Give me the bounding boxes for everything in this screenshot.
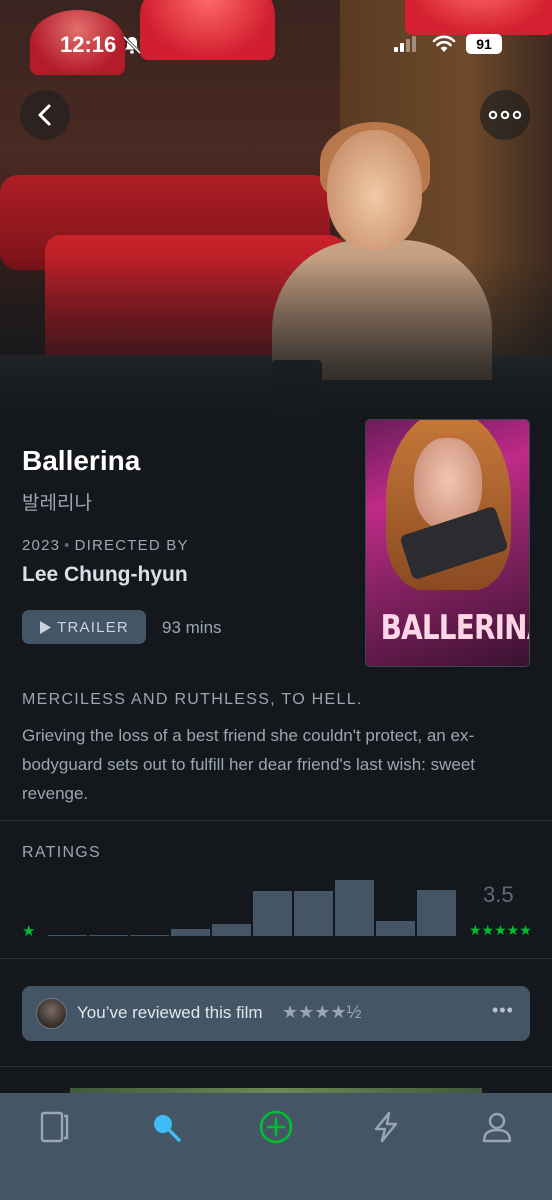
divider bbox=[0, 1066, 552, 1067]
status-bar: 12:16 91 bbox=[0, 32, 552, 60]
back-button[interactable] bbox=[20, 90, 70, 140]
play-icon bbox=[40, 620, 52, 634]
profile-icon bbox=[482, 1112, 512, 1143]
histogram-bar[interactable] bbox=[417, 890, 456, 936]
divider bbox=[0, 958, 552, 959]
tab-bar bbox=[0, 1093, 552, 1200]
films-icon bbox=[40, 1111, 69, 1143]
battery-icon: 91 bbox=[466, 34, 502, 54]
poster-title: BALLERINA bbox=[380, 608, 529, 648]
cellular-signal-icon bbox=[394, 36, 416, 52]
histogram-bar[interactable] bbox=[48, 935, 87, 936]
film-poster[interactable]: BALLERINA bbox=[365, 419, 530, 667]
trailer-button[interactable]: TRAILER bbox=[22, 610, 146, 644]
histogram-bar[interactable] bbox=[376, 921, 415, 936]
synopsis[interactable]: Grieving the loss of a best friend she c… bbox=[22, 721, 537, 808]
ratings-histogram[interactable] bbox=[48, 870, 456, 936]
runtime: 93 mins bbox=[162, 618, 222, 637]
histogram-bar[interactable] bbox=[89, 935, 128, 936]
review-status-text: You’ve reviewed this film bbox=[77, 1003, 263, 1022]
divider bbox=[0, 820, 552, 821]
release-year[interactable]: 2023 bbox=[22, 537, 60, 554]
director-link[interactable]: Lee Chung-hyun bbox=[22, 563, 188, 587]
silent-bell-icon bbox=[122, 35, 142, 55]
add-icon bbox=[259, 1110, 293, 1144]
tab-activity[interactable] bbox=[366, 1107, 406, 1147]
histogram-bar[interactable] bbox=[294, 891, 333, 936]
average-rating: 3.5 bbox=[483, 882, 514, 907]
search-icon bbox=[154, 1115, 181, 1142]
status-time: 12:16 bbox=[60, 32, 117, 57]
your-review-banner[interactable]: You’ve reviewed this film ★★★★½ ••• bbox=[22, 986, 530, 1041]
original-title: 발레리나 bbox=[22, 492, 92, 514]
tab-add[interactable] bbox=[256, 1107, 296, 1147]
tab-profile[interactable] bbox=[477, 1107, 517, 1147]
activity-icon bbox=[374, 1111, 398, 1143]
low-rating-star: ★ bbox=[22, 923, 36, 940]
trailer-label: TRAILER bbox=[57, 618, 129, 636]
tab-films[interactable] bbox=[35, 1107, 75, 1147]
histogram-bar[interactable] bbox=[212, 924, 251, 936]
tagline: MERCILESS AND RUTHLESS, TO HELL. bbox=[22, 691, 363, 708]
high-rating-stars: ★★★★★ bbox=[469, 922, 532, 938]
histogram-bar[interactable] bbox=[335, 880, 374, 936]
more-options-button[interactable] bbox=[480, 90, 530, 140]
film-meta: 2023 • DIRECTED BY bbox=[22, 537, 189, 554]
ratings-label: RATINGS bbox=[22, 844, 102, 861]
backdrop-image bbox=[0, 0, 552, 430]
review-more-button[interactable]: ••• bbox=[492, 1000, 514, 1021]
avatar bbox=[36, 998, 67, 1029]
tab-search[interactable] bbox=[146, 1107, 186, 1147]
film-title: Ballerina bbox=[22, 445, 141, 476]
histogram-bar[interactable] bbox=[253, 891, 292, 936]
ellipsis-icon bbox=[488, 110, 522, 120]
review-stars: ★★★★½ bbox=[282, 1002, 362, 1022]
histogram-bar[interactable] bbox=[130, 935, 169, 936]
chevron-left-icon bbox=[38, 104, 51, 126]
histogram-bar[interactable] bbox=[171, 929, 210, 936]
wifi-icon bbox=[432, 35, 456, 52]
directed-by-label: DIRECTED BY bbox=[74, 537, 189, 554]
